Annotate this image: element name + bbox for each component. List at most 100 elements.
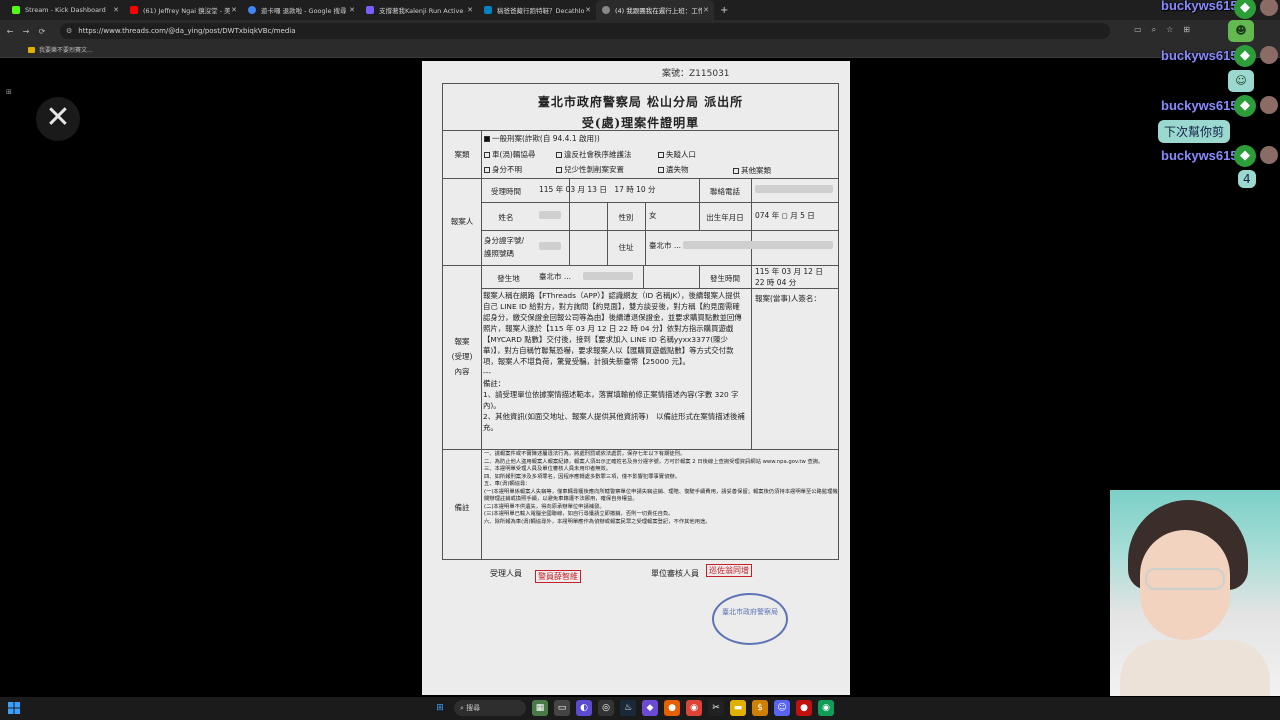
- tab-decathlon[interactable]: 稿爸爸藏行跑特鞋？Decathlon ✕: [478, 0, 596, 20]
- folder-icon: [28, 46, 35, 53]
- occur-time-value: 115 年 03 月 12 日 22 時 04 分: [755, 267, 823, 287]
- install-icon[interactable]: ▭: [1134, 25, 1142, 35]
- close-tab-icon[interactable]: ✕: [702, 6, 710, 14]
- chat-username: buckyws615: [1161, 98, 1238, 113]
- diamond-badge-icon: ◆: [1234, 95, 1256, 117]
- option-fraud: 一般刑案(詐欺(自 94.4.1 啟用)): [484, 134, 600, 143]
- taskbar: ⊞ ⌕ 搜尋 ▦ ▭ ◐ ◎ ♨ ◆ ● ◉ ✂ ▬ $ ☺ ● ◉: [0, 697, 1280, 720]
- chat-message: 4: [1238, 170, 1256, 188]
- option-missing: 失蹤人口: [658, 150, 696, 159]
- birth-value: 074 年 ◻ 月 5 日: [755, 211, 815, 220]
- accept-time-label: 受理時間: [491, 187, 521, 196]
- avatar: [1260, 96, 1278, 114]
- star-icon[interactable]: ☆: [1166, 25, 1173, 35]
- bookmark-item[interactable]: 我要樂不要烈賽文...: [39, 45, 93, 54]
- note-line: (二)本證明單不供遺失，得向原承辦單位申請補發。: [484, 503, 605, 510]
- close-tab-icon[interactable]: ✕: [230, 6, 238, 14]
- face-emote-icon: ☺: [1228, 70, 1254, 92]
- close-media-button[interactable]: ✕: [36, 97, 80, 141]
- place-redacted: [583, 272, 633, 280]
- new-tab-icon[interactable]: +: [720, 5, 728, 16]
- close-tab-icon[interactable]: ✕: [466, 6, 474, 14]
- gender-value: 女: [649, 211, 657, 220]
- forward-icon[interactable]: →: [20, 27, 32, 36]
- accept-time-value: 115 年 03 月 13 日 17 時 10 分: [539, 185, 656, 194]
- firefox-icon[interactable]: ●: [664, 700, 680, 716]
- avatar: [1260, 46, 1278, 64]
- apps-icon[interactable]: ⊞: [6, 88, 12, 96]
- id-redacted: [539, 242, 561, 250]
- app-icon[interactable]: ◐: [576, 700, 592, 716]
- extensions-icon[interactable]: ⊞: [1183, 25, 1190, 35]
- phone-label: 聯絡電話: [710, 187, 740, 196]
- taskbar-apps: ⊞ ⌕ 搜尋 ▦ ▭ ◐ ◎ ♨ ◆ ● ◉ ✂ ▬ $ ☺ ● ◉: [432, 700, 834, 716]
- place-value: 臺北市 ...: [539, 272, 572, 281]
- obs-icon[interactable]: ◎: [598, 700, 614, 716]
- kick-icon: [12, 6, 20, 14]
- tab-threads[interactable]: (4) 我跟團我在遲行上班：工作 ✕: [596, 0, 714, 20]
- name-redacted: [539, 211, 561, 219]
- diamond-badge-icon: ◆: [1234, 145, 1256, 167]
- checked-box-icon: [484, 136, 490, 142]
- explorer-icon[interactable]: ▬: [730, 700, 746, 716]
- official-seal: 臺北市政府警察局: [712, 593, 788, 645]
- app-icon[interactable]: ◆: [642, 700, 658, 716]
- frog-emote-icon: ☻: [1228, 20, 1254, 42]
- police-report-image: 案號：Z115031 臺北市政府警察局 松山分局 派出所 受(處)理案件證明單 …: [422, 61, 850, 695]
- tab-bar: Stream - Kick Dashboard ✕ (61) Jeffrey Ng…: [0, 0, 1280, 20]
- remark-notes: 一、謊報案件或不實陳述屬違法行為，將處刑罰或依法處罰，保存七年以下有期徒刑。 二…: [484, 451, 840, 526]
- chrome-icon[interactable]: ◉: [686, 700, 702, 716]
- option-traffic: 車(渦)輛協尋: [484, 150, 535, 159]
- note-line: 三、本證明單受理人員及單位審核人員未用印者無效。: [484, 466, 612, 472]
- windows-icon[interactable]: ⊞: [432, 700, 448, 716]
- signature-label: 報案(當事)人簽名：: [755, 294, 821, 303]
- report-table: 臺北市政府警察局 松山分局 派出所 受(處)理案件證明單 案類 一般刑案(詐欺(…: [442, 83, 839, 560]
- glasses: [1145, 568, 1225, 590]
- site-icon: [366, 6, 374, 14]
- zoom-icon[interactable]: ⌕: [1152, 25, 1156, 35]
- chat-username: buckyws615: [1161, 48, 1238, 63]
- decathlon-icon: [484, 6, 492, 14]
- widgets-icon[interactable]: ▦: [532, 700, 548, 716]
- reload-icon[interactable]: ⟳: [36, 27, 48, 36]
- avatar: [1260, 146, 1278, 164]
- name-label: 姓名: [498, 213, 514, 222]
- remark-label: 備註: [454, 503, 470, 512]
- reviewer-label: 單位審核人員: [651, 569, 699, 578]
- officer-label: 受理人員: [490, 569, 522, 578]
- close-tab-icon[interactable]: ✕: [112, 6, 120, 14]
- case-description: 報案人稱在網路【FThreads（APP）】認識網友（ID 名稱JK），後續報案…: [483, 291, 745, 432]
- tab-google[interactable]: 遊卡囉 退款啦 - Google 搜尋 ✕: [242, 0, 360, 20]
- url-field[interactable]: ⚙ https://www.threads.com/@da_ying/post/…: [60, 23, 1110, 39]
- discord-icon[interactable]: ☺: [774, 700, 790, 716]
- option-child: 兒少性剝削案安置: [556, 165, 624, 174]
- steam-icon[interactable]: ♨: [620, 700, 636, 716]
- record-icon[interactable]: ●: [796, 700, 812, 716]
- back-icon[interactable]: ←: [4, 27, 16, 36]
- option-order: 違反社會秩序維護法: [556, 150, 632, 159]
- tab-youtube[interactable]: (61) Jeffrey Ngai 鏡沒堂 - 美洲 ✕: [124, 0, 242, 20]
- close-tab-icon[interactable]: ✕: [584, 6, 592, 14]
- note-line: 一、謊報案件或不實陳述屬違法行為，將處刑罰或依法處罰，保存七年以下有期徒刑。: [484, 451, 686, 457]
- category-label: 案類: [454, 150, 470, 159]
- close-tab-icon[interactable]: ✕: [348, 6, 356, 14]
- google-icon: [248, 6, 256, 14]
- chrome-icon[interactable]: ◉: [818, 700, 834, 716]
- tab-kalenji[interactable]: 支撐著我Kalenji Run Active - ✕: [360, 0, 478, 20]
- capcut-icon[interactable]: ✂: [708, 700, 724, 716]
- address-label: 住址: [618, 243, 634, 252]
- checkbox-icon: [484, 152, 490, 158]
- report-title: 臺北市政府警察局 松山分局 派出所: [537, 95, 744, 109]
- app-icon[interactable]: $: [752, 700, 768, 716]
- site-info-icon[interactable]: ⚙: [66, 27, 72, 35]
- windows-start-icon[interactable]: [8, 702, 20, 714]
- taskbar-search[interactable]: ⌕ 搜尋: [454, 700, 526, 716]
- chat-username: buckyws615: [1161, 0, 1238, 13]
- youtube-icon: [130, 6, 138, 14]
- task-view-icon[interactable]: ▭: [554, 700, 570, 716]
- tab-kick[interactable]: Stream - Kick Dashboard ✕: [6, 0, 124, 20]
- reporter-label: 報案人: [450, 217, 474, 226]
- option-unknown: 身分不明: [484, 165, 522, 174]
- checkbox-icon: [556, 152, 562, 158]
- option-lost: 遺失物: [658, 165, 689, 174]
